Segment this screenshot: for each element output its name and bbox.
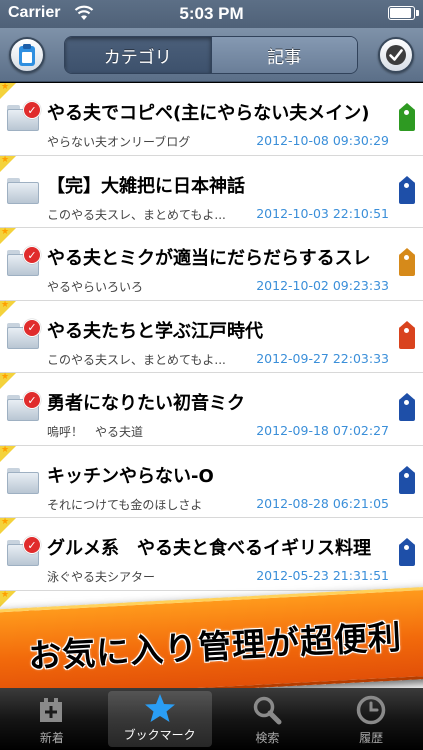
item-title: 【完】大雑把に日本神話 <box>47 175 245 197</box>
tag-icon <box>399 320 415 349</box>
item-source: 嗚呼！ やる夫道 <box>47 425 144 439</box>
new-icon <box>39 698 62 722</box>
tag-icon <box>399 465 415 494</box>
favorite-star-icon: ★ <box>1 517 10 527</box>
item-date: 2012-09-27 22:03:33 <box>256 350 389 366</box>
item-title: やる夫たちと学ぶ江戸時代 <box>47 320 263 342</box>
tab-history[interactable]: 履歴 <box>319 688 423 750</box>
list-item[interactable]: ★ ✓ やる夫たちと学ぶ江戸時代 このやる夫スレ、まとめてもよ... 2012-… <box>0 299 423 373</box>
list-item[interactable]: ★ ✓ やる夫とミクが適当にだらだらするスレ やるやらいろいろ 2012-10-… <box>0 227 423 301</box>
segment-articles[interactable]: 記事 <box>210 37 357 73</box>
folder-icon <box>7 177 39 204</box>
tag-icon <box>399 393 415 421</box>
item-date: 2012-09-18 07:02:27 <box>256 423 389 438</box>
read-check-icon: ✓ <box>23 536 41 554</box>
item-date: 2012-08-28 06:21:05 <box>256 495 389 511</box>
clipboard-button[interactable] <box>9 37 45 73</box>
favorite-star-icon: ★ <box>1 83 10 92</box>
list-item[interactable]: ★ ✓ グルメ系 やる夫と食べるイギリス料理 泳ぐやる夫シアター 2012-05… <box>0 517 423 591</box>
item-source: やるやらいろいろ <box>47 280 144 294</box>
clock-icon <box>356 695 386 725</box>
list-item[interactable]: ★ ✓ 勇者になりたい初音ミク 嗚呼！ やる夫道 2012-09-18 07:0… <box>0 372 423 446</box>
status-bar: Carrier 5:03 PM <box>0 0 423 28</box>
tab-bookmark[interactable]: ブックマーク <box>107 691 212 747</box>
check-button[interactable] <box>378 37 414 73</box>
list-item[interactable]: ★ 【完】大雑把に日本神話 このやる夫スレ、まとめてもよ... 2012-10-… <box>0 154 423 228</box>
item-title: グルメ系 やる夫と食べるイギリス料理 <box>47 538 371 559</box>
item-source: それにつけても金のほしさよ <box>47 497 203 512</box>
checkmark-icon <box>386 45 406 65</box>
promo-banner-text: お気に入り管理が超便利 <box>27 617 403 676</box>
item-date: 2012-10-08 09:30:29 <box>256 133 389 148</box>
list-item[interactable]: ★ ✓ やる夫でコピペ(主にやらない夫メイン) やらない夫オンリーブログ 201… <box>0 83 423 156</box>
item-title: 勇者になりたい初音ミク <box>47 393 245 414</box>
item-title: やる夫でコピペ(主にやらない夫メイン) <box>47 103 370 124</box>
tab-new-label: 新着 <box>39 731 64 745</box>
item-source: やらない夫オンリーブログ <box>47 135 191 149</box>
item-date: 2012-10-02 09:23:33 <box>256 278 389 293</box>
tag-icon <box>399 175 415 204</box>
favorite-star-icon: ★ <box>1 154 10 165</box>
navigation-bar: カテゴリ 記事 <box>0 28 423 82</box>
favorite-star-icon: ★ <box>1 372 10 382</box>
tag-icon <box>399 538 415 566</box>
search-icon <box>254 696 282 725</box>
read-check-icon: ✓ <box>23 391 41 409</box>
folder-icon <box>7 467 39 494</box>
tag-icon <box>399 103 415 131</box>
list-item[interactable]: ★ キッチンやらない-O それにつけても金のほしさよ 2012-08-28 06… <box>0 444 423 518</box>
tab-search[interactable]: 検索 <box>216 688 320 750</box>
segment-category[interactable]: カテゴリ <box>65 37 211 73</box>
item-source: このやる夫スレ、まとめてもよ... <box>47 352 226 367</box>
read-check-icon: ✓ <box>23 246 41 264</box>
tab-bookmark-label: ブックマーク <box>123 728 196 742</box>
tab-history-label: 履歴 <box>359 731 384 745</box>
star-icon <box>144 693 175 722</box>
favorite-star-icon: ★ <box>1 299 10 310</box>
read-check-icon: ✓ <box>23 318 41 337</box>
favorite-star-icon: ★ <box>1 227 10 237</box>
item-title: やる夫とミクが適当にだらだらするスレ <box>47 248 371 269</box>
item-title: キッチンやらない-O <box>47 465 214 487</box>
favorite-star-icon: ★ <box>1 589 10 600</box>
read-check-icon: ✓ <box>23 101 41 119</box>
item-date: 2012-10-03 22:10:51 <box>256 205 389 221</box>
tab-search-label: 検索 <box>255 731 280 745</box>
tab-bar: 新着 ブックマーク 検索 履歴 <box>0 688 423 750</box>
item-source: このやる夫スレ、まとめてもよ... <box>47 207 226 222</box>
item-source: 泳ぐやる夫シアター <box>47 570 156 584</box>
tag-icon <box>399 248 415 276</box>
item-date: 2012-05-23 21:31:51 <box>256 568 389 583</box>
clock-label: 5:03 PM <box>179 4 244 23</box>
favorite-star-icon: ★ <box>1 444 10 455</box>
segmented-control: カテゴリ 記事 <box>64 36 358 74</box>
clipboard-icon <box>19 44 35 66</box>
battery-icon <box>388 6 419 20</box>
tab-new[interactable]: 新着 <box>0 688 104 750</box>
